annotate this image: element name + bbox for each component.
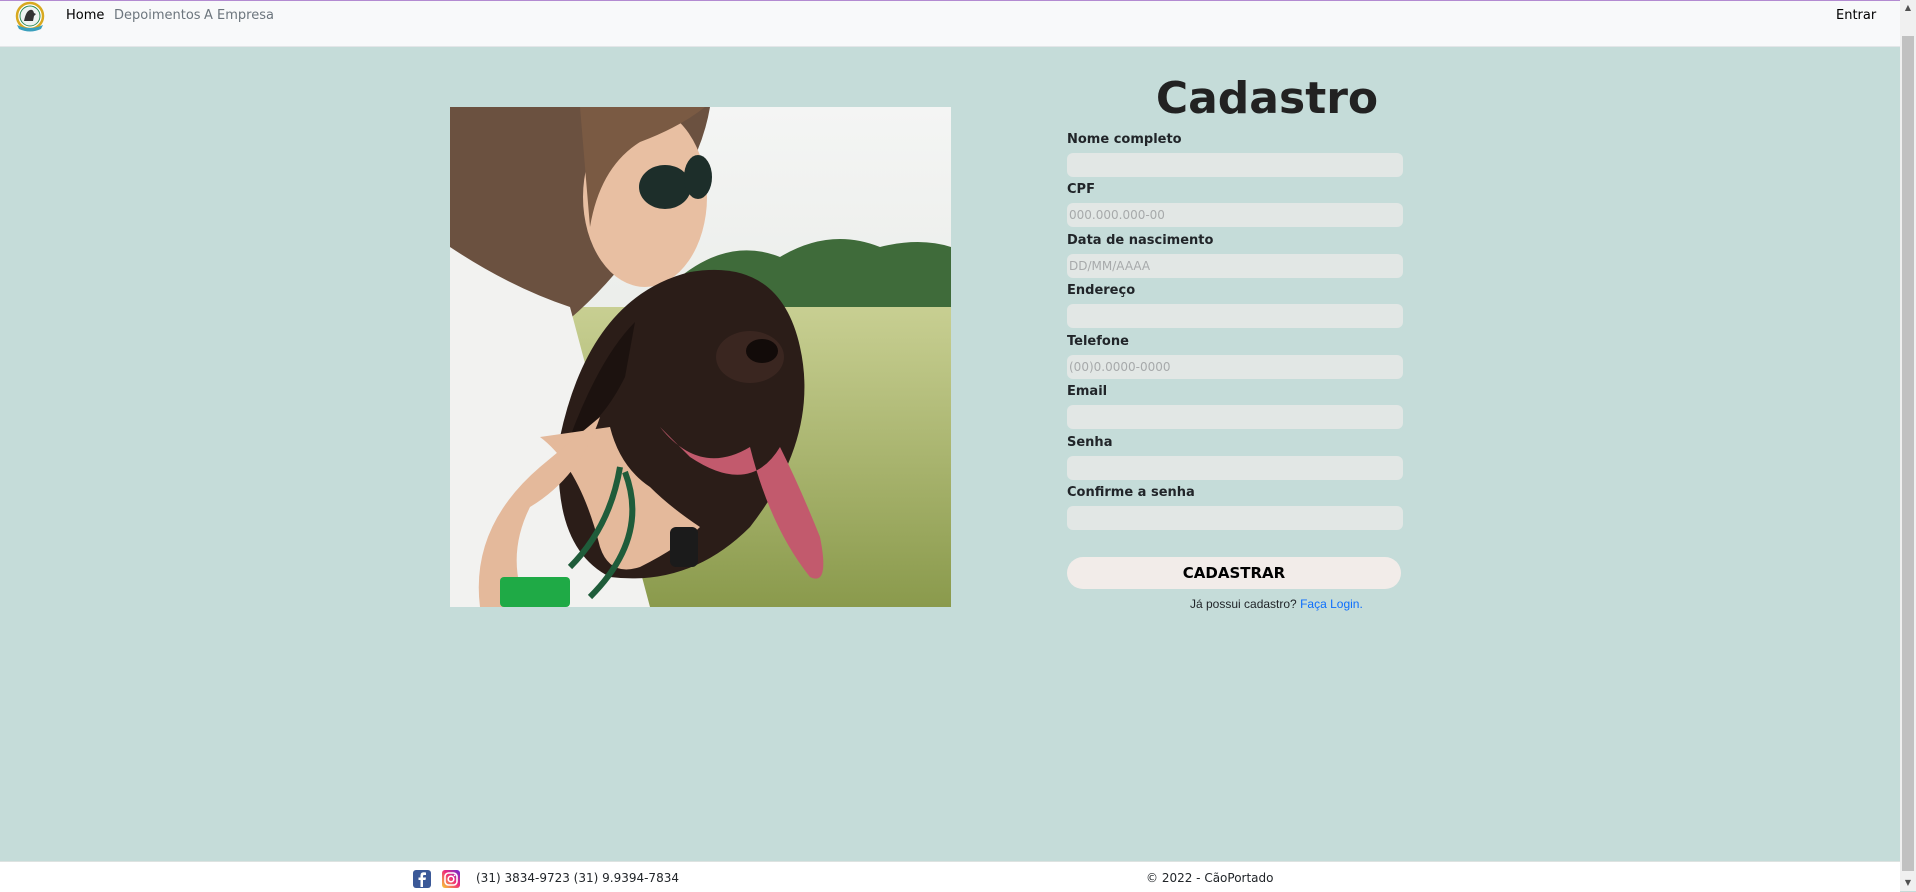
woman-with-dog-photo — [450, 107, 951, 607]
cpf-label: CPF — [1067, 182, 1095, 197]
form-title: Cadastro — [1155, 73, 1379, 124]
confirm-password-label: Confirme a senha — [1067, 485, 1195, 500]
birth-date-label: Data de nascimento — [1067, 233, 1214, 248]
nav-login[interactable]: Entrar — [1836, 8, 1876, 23]
cpf-input[interactable] — [1067, 203, 1403, 227]
login-link[interactable]: Faça Login. — [1300, 597, 1363, 611]
contact-phones: (31) 3834-9723 (31) 9.9394-7834 — [476, 871, 679, 885]
nav-a-empresa[interactable]: A Empresa — [204, 8, 274, 23]
brand-logo[interactable] — [10, 1, 50, 34]
scrollbar-thumb[interactable] — [1902, 36, 1914, 871]
login-prompt-text: Já possui cadastro? — [1190, 597, 1297, 611]
full-name-input[interactable] — [1067, 153, 1403, 177]
full-name-label: Nome completo — [1067, 132, 1182, 147]
nav-depoimentos[interactable]: Depoimentos — [114, 8, 201, 23]
main-content: Cadastro Nome completo CPF Data de nasci… — [0, 47, 1900, 861]
instagram-icon[interactable] — [442, 870, 460, 888]
birth-date-input[interactable] — [1067, 254, 1403, 278]
scroll-up-arrow-icon[interactable]: ▲ — [1900, 0, 1916, 16]
phone-input[interactable] — [1067, 355, 1403, 379]
email-label: Email — [1067, 384, 1108, 399]
login-prompt: Já possui cadastro? Faça Login. — [1190, 597, 1363, 611]
address-input[interactable] — [1067, 304, 1403, 328]
register-button[interactable]: CADASTRAR — [1067, 557, 1401, 589]
top-navbar: Home Depoimentos A Empresa Entrar — [0, 1, 1900, 47]
phone-label: Telefone — [1067, 334, 1129, 349]
scroll-down-arrow-icon[interactable]: ▼ — [1900, 875, 1916, 891]
nav-home[interactable]: Home — [66, 8, 104, 23]
password-input[interactable] — [1067, 456, 1403, 480]
page-footer: (31) 3834-9723 (31) 9.9394-7834 © 2022 -… — [0, 861, 1900, 892]
password-label: Senha — [1067, 435, 1113, 450]
facebook-icon[interactable] — [413, 870, 431, 888]
copyright-text: © 2022 - CãoPortado — [1146, 871, 1274, 885]
vertical-scrollbar[interactable]: ▲ ▼ — [1900, 0, 1916, 891]
confirm-password-input[interactable] — [1067, 506, 1403, 530]
email-input[interactable] — [1067, 405, 1403, 429]
address-label: Endereço — [1067, 283, 1136, 298]
